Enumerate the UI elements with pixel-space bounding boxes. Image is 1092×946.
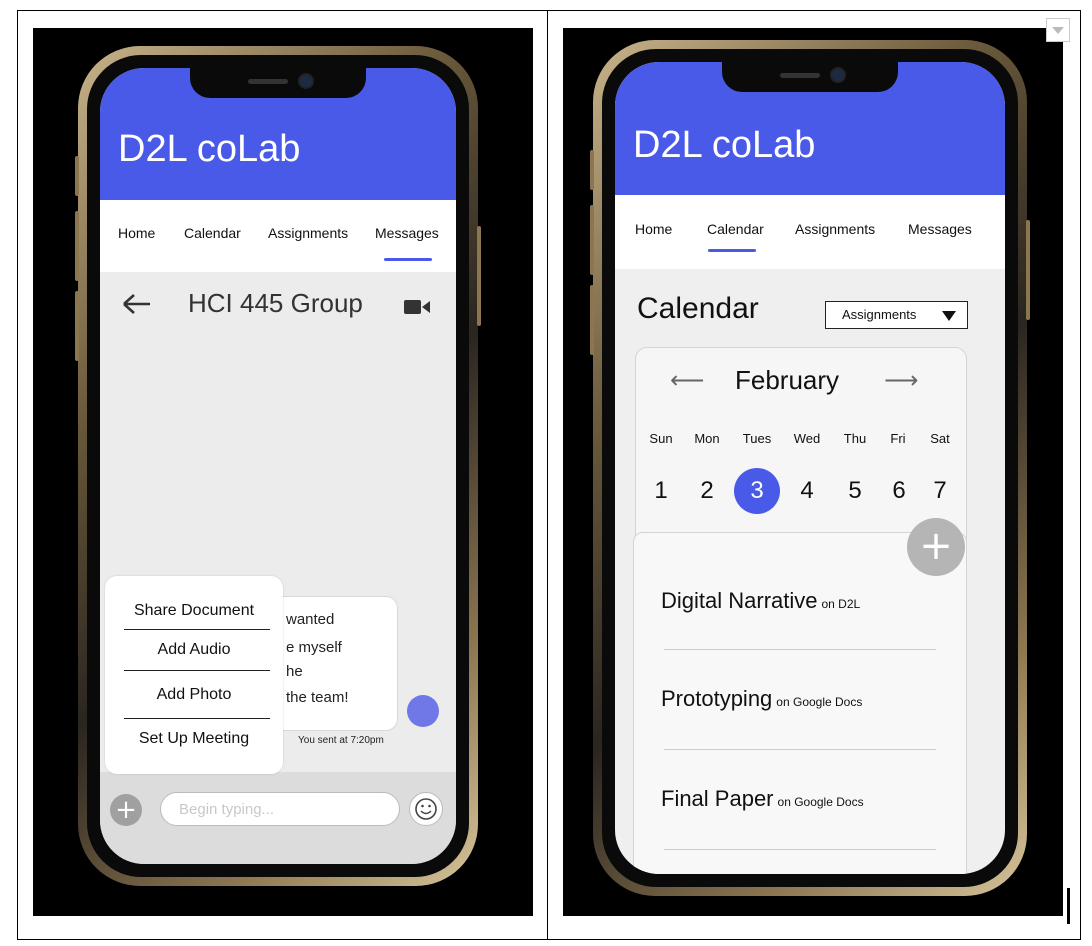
app-title: D2L coLab xyxy=(118,128,301,170)
filter-dropdown-value: Assignments xyxy=(842,307,917,322)
tab-assignments[interactable]: Assignments xyxy=(795,221,875,237)
calendar-day[interactable]: 4 xyxy=(784,468,830,514)
tab-calendar[interactable]: Calendar xyxy=(707,221,764,237)
weekday-label: Thu xyxy=(843,431,867,446)
add-assignment-plus-icon[interactable]: + xyxy=(907,518,965,576)
volume-down-button xyxy=(75,291,79,361)
calendar-day[interactable]: 6 xyxy=(876,468,922,514)
assignment-source: on D2L xyxy=(821,597,861,611)
message-input[interactable] xyxy=(160,792,400,826)
message-line: e myself xyxy=(286,639,342,656)
message-line: wanted xyxy=(286,611,335,628)
assignment-item[interactable]: Digital Narrative on D2L xyxy=(661,588,860,614)
text-cursor xyxy=(1067,888,1070,924)
calendar-day[interactable]: 2 xyxy=(684,468,730,514)
menu-divider xyxy=(124,718,270,719)
notch xyxy=(190,68,366,98)
filter-dropdown[interactable]: Assignments xyxy=(825,301,968,329)
nav-bar: Home Calendar Assignments Messages xyxy=(100,200,456,272)
sender-avatar xyxy=(407,695,439,727)
left-phone-screen: D2L coLab Home Calendar Assignments Mess… xyxy=(100,68,456,864)
right-phone-screen: D2L coLab Home Calendar Assignments Mess… xyxy=(615,62,1005,874)
weekday-label: Sun xyxy=(649,431,673,446)
assignment-source: on Google Docs xyxy=(777,795,864,809)
nav-bar: Home Calendar Assignments Messages xyxy=(615,195,1005,269)
sent-timestamp: You sent at 7:20pm xyxy=(298,735,384,746)
message-line: he xyxy=(286,663,303,680)
volume-up-button xyxy=(590,205,594,275)
list-divider xyxy=(664,649,936,650)
prev-month-icon[interactable]: ⟵ xyxy=(670,366,704,394)
right-phone-frame: D2L coLab Home Calendar Assignments Mess… xyxy=(590,40,1030,896)
cell-divider xyxy=(547,10,548,940)
power-button xyxy=(1026,220,1030,320)
tab-messages[interactable]: Messages xyxy=(375,225,439,241)
assignment-list: Digital Narrative on D2L Prototyping on Go… xyxy=(633,532,967,874)
mute-switch xyxy=(590,150,594,190)
menu-divider xyxy=(124,670,270,671)
page-title: Calendar xyxy=(637,292,759,325)
calendar-day-selected[interactable]: 3 xyxy=(734,468,780,514)
left-phone-frame: D2L coLab Home Calendar Assignments Mess… xyxy=(75,46,481,886)
calendar-day[interactable]: 5 xyxy=(832,468,878,514)
weekday-label: Sat xyxy=(930,431,950,446)
message-input-bar: + xyxy=(100,772,456,864)
plus-icon[interactable]: + xyxy=(110,794,142,826)
menu-item-set-up-meeting[interactable]: Set Up Meeting xyxy=(105,730,283,748)
mute-switch xyxy=(75,156,79,196)
tab-home[interactable]: Home xyxy=(118,225,155,241)
attach-menu: Share Document Add Audio Add Photo Set U… xyxy=(105,576,283,774)
tab-messages[interactable]: Messages xyxy=(908,221,972,237)
list-divider xyxy=(664,749,936,750)
assignment-source: on Google Docs xyxy=(776,695,863,709)
assignment-item[interactable]: Final Paper on Google Docs xyxy=(661,786,864,812)
active-tab-indicator xyxy=(708,249,756,252)
tab-home[interactable]: Home xyxy=(635,221,672,237)
menu-item-add-audio[interactable]: Add Audio xyxy=(105,641,283,659)
tab-assignments[interactable]: Assignments xyxy=(268,225,348,241)
smiley-icon[interactable] xyxy=(409,792,443,826)
volume-up-button xyxy=(75,211,79,281)
next-month-icon[interactable]: ⟶ xyxy=(884,366,918,394)
app-title: D2L coLab xyxy=(633,124,816,166)
assignment-item[interactable]: Prototyping on Google Docs xyxy=(661,686,862,712)
notch xyxy=(722,62,898,92)
month-label: February xyxy=(735,365,840,395)
weekday-label: Wed xyxy=(793,431,821,446)
weekday-label: Mon xyxy=(694,431,720,446)
message-line: the team! xyxy=(286,689,349,706)
back-arrow-icon[interactable] xyxy=(122,292,152,316)
list-divider xyxy=(664,849,936,850)
active-tab-indicator xyxy=(384,258,432,261)
assignment-name: Digital Narrative xyxy=(661,588,818,613)
tab-calendar[interactable]: Calendar xyxy=(184,225,241,241)
weekday-label: Tues xyxy=(742,431,772,446)
cell-dropdown-toggle[interactable] xyxy=(1046,18,1070,42)
chat-title: HCI 445 Group xyxy=(188,288,363,318)
caret-down-icon xyxy=(942,311,956,321)
calendar-day[interactable]: 7 xyxy=(917,468,963,514)
volume-down-button xyxy=(590,285,594,355)
menu-item-share-document[interactable]: Share Document xyxy=(105,602,283,620)
menu-item-add-photo[interactable]: Add Photo xyxy=(105,686,283,704)
power-button xyxy=(477,226,481,326)
calendar-day[interactable]: 1 xyxy=(638,468,684,514)
weekday-label: Fri xyxy=(890,431,906,446)
video-camera-icon[interactable] xyxy=(403,298,431,316)
menu-divider xyxy=(124,629,270,630)
assignment-name: Prototyping xyxy=(661,686,773,711)
assignment-name: Final Paper xyxy=(661,786,774,811)
